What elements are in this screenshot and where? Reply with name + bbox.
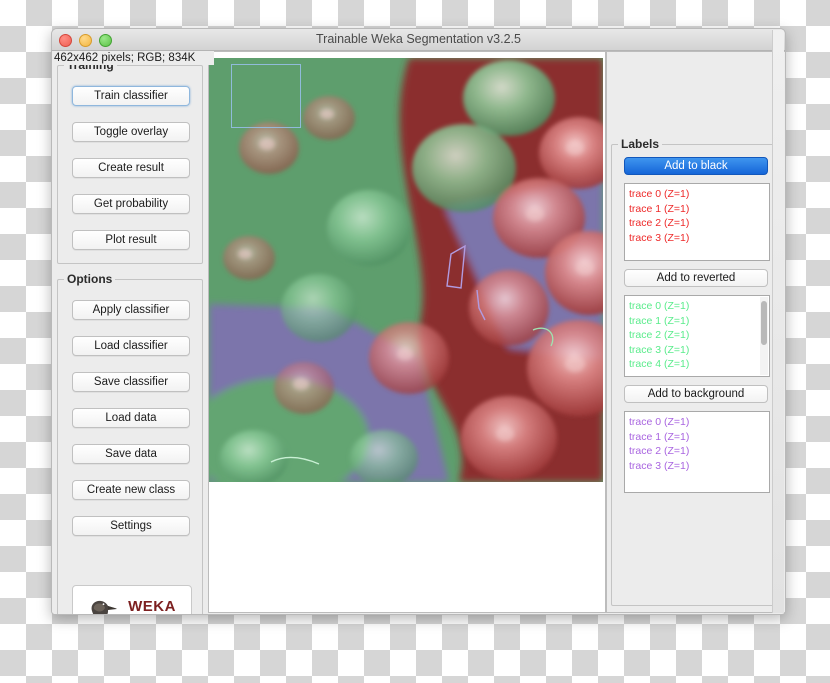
background-class-trace-list[interactable]: trace 0 (Z=1) trace 1 (Z=1) trace 2 (Z=1…: [624, 411, 770, 493]
scrollbar-thumb[interactable]: [761, 301, 767, 345]
train-classifier-button[interactable]: Train classifier: [72, 86, 190, 106]
save-data-button[interactable]: Save data: [72, 444, 190, 464]
toggle-overlay-button[interactable]: Toggle overlay: [72, 122, 190, 142]
image-panel: [208, 51, 606, 613]
segmentation-canvas[interactable]: [209, 58, 603, 482]
list-item[interactable]: trace 2 (Z=1): [629, 216, 765, 231]
labels-group: Labels Add to black trace 0 (Z=1) trace …: [611, 137, 781, 606]
roi-selection-rectangle[interactable]: [231, 64, 301, 128]
list-item[interactable]: trace 0 (Z=1): [629, 187, 765, 202]
labels-group-title: Labels: [618, 137, 663, 151]
create-result-button[interactable]: Create result: [72, 158, 190, 178]
apply-classifier-button[interactable]: Apply classifier: [72, 300, 190, 320]
list-item[interactable]: trace 0 (Z=1): [629, 415, 765, 430]
weka-logo-name: WEKA: [128, 598, 176, 615]
title-bar: Trainable Weka Segmentation v3.2.5: [52, 29, 785, 51]
plot-result-button[interactable]: Plot result: [72, 230, 190, 250]
window-vertical-scrollbar[interactable]: [772, 30, 784, 613]
black-class-trace-list[interactable]: trace 0 (Z=1) trace 1 (Z=1) trace 2 (Z=1…: [624, 183, 770, 261]
get-probability-button[interactable]: Get probability: [72, 194, 190, 214]
list-item[interactable]: trace 4 (Z=1): [629, 357, 757, 372]
training-group: Training Train classifier Toggle overlay…: [57, 58, 203, 264]
reverted-class-trace-list[interactable]: trace 0 (Z=1) trace 1 (Z=1) trace 2 (Z=1…: [624, 295, 770, 377]
options-group: Options Apply classifier Load classifier…: [57, 272, 203, 615]
trace-list-scrollbar[interactable]: [760, 297, 768, 375]
settings-button[interactable]: Settings: [72, 516, 190, 536]
load-data-button[interactable]: Load data: [72, 408, 190, 428]
list-item[interactable]: trace 3 (Z=1): [629, 343, 757, 358]
weka-bird-icon: [91, 600, 117, 614]
list-item[interactable]: trace 2 (Z=1): [629, 444, 765, 459]
weka-logo: WEKA The University of Waikato: [72, 585, 192, 615]
options-group-title: Options: [64, 272, 116, 286]
list-item[interactable]: trace 3 (Z=1): [629, 231, 765, 246]
add-to-black-button[interactable]: Add to black: [624, 157, 768, 175]
create-new-class-button[interactable]: Create new class: [72, 480, 190, 500]
load-classifier-button[interactable]: Load classifier: [72, 336, 190, 356]
list-item[interactable]: trace 1 (Z=1): [629, 314, 757, 329]
labels-side-panel: Labels Add to black trace 0 (Z=1) trace …: [606, 51, 785, 613]
weka-logo-text: WEKA The University of Waikato: [124, 598, 181, 615]
list-item[interactable]: trace 0 (Z=1): [629, 299, 757, 314]
list-item[interactable]: trace 1 (Z=1): [629, 430, 765, 445]
list-item[interactable]: trace 3 (Z=1): [629, 459, 765, 474]
add-to-reverted-button[interactable]: Add to reverted: [624, 269, 768, 287]
list-item[interactable]: trace 2 (Z=1): [629, 328, 757, 343]
image-status-text: 462x462 pixels; RGB; 834K: [52, 51, 214, 65]
save-classifier-button[interactable]: Save classifier: [72, 372, 190, 392]
window-title: Trainable Weka Segmentation v3.2.5: [316, 32, 521, 46]
left-control-panel: Training Train classifier Toggle overlay…: [52, 51, 208, 614]
application-window: Trainable Weka Segmentation v3.2.5 462x4…: [51, 28, 786, 615]
list-item[interactable]: trace 1 (Z=1): [629, 202, 765, 217]
add-to-background-button[interactable]: Add to background: [624, 385, 768, 403]
